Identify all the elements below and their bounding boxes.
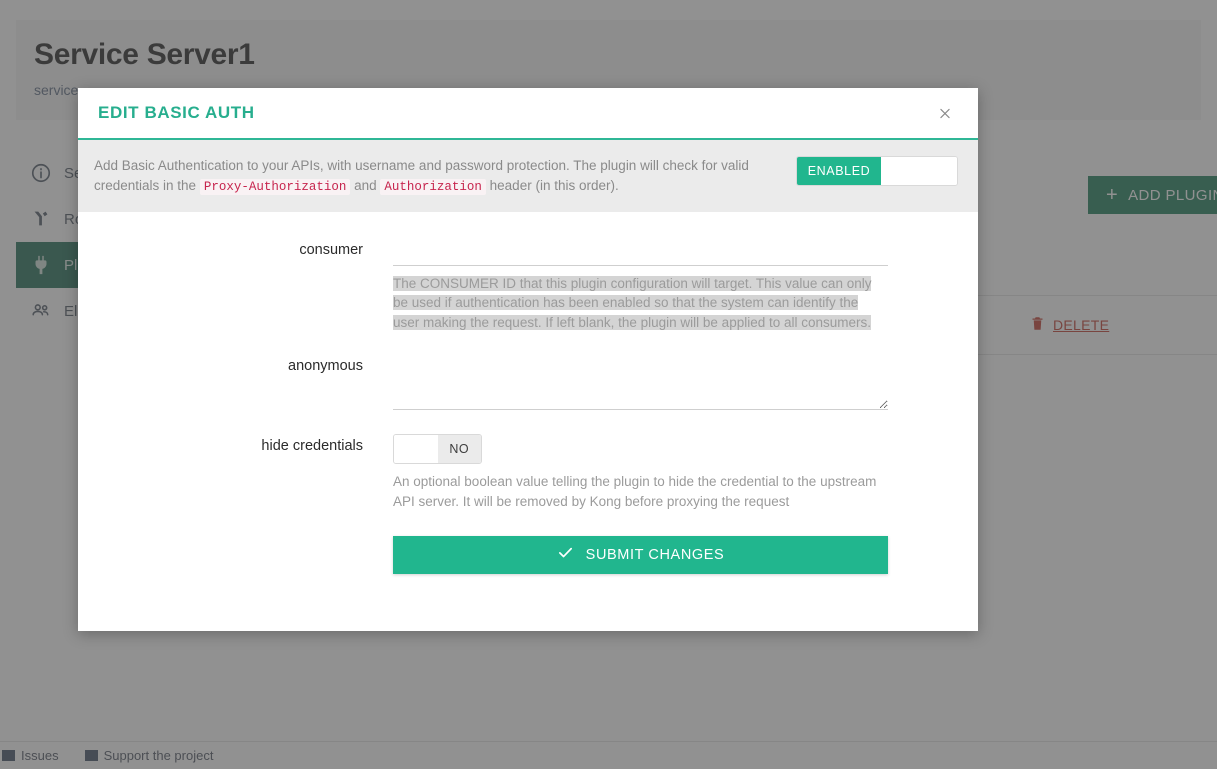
consumer-input[interactable] bbox=[393, 237, 888, 266]
enabled-toggle-label: ENABLED bbox=[797, 157, 881, 185]
enabled-toggle[interactable]: ENABLED bbox=[796, 156, 958, 186]
proxy-authorization-code: Proxy-Authorization bbox=[199, 178, 351, 195]
submit-changes-label: SUBMIT CHANGES bbox=[585, 546, 725, 563]
desc-part-3: header (in this order). bbox=[485, 177, 619, 193]
anonymous-textarea[interactable] bbox=[393, 354, 888, 411]
modal-form: consumer The CONSUMER ID that this plugi… bbox=[78, 212, 978, 631]
hide-credentials-help-text: An optional boolean value telling the pl… bbox=[393, 474, 877, 509]
modal-description-bar: Add Basic Authentication to your APIs, w… bbox=[78, 140, 978, 212]
field-label-consumer: consumer bbox=[299, 241, 363, 258]
edit-basic-auth-modal: EDIT BASIC AUTH Add Basic Authentication… bbox=[78, 88, 978, 631]
field-anonymous: anonymous bbox=[78, 354, 978, 411]
submit-changes-button[interactable]: SUBMIT CHANGES bbox=[393, 535, 888, 574]
submit-spacer bbox=[78, 536, 393, 540]
check-icon bbox=[557, 544, 574, 565]
authorization-code: Authorization bbox=[380, 178, 486, 195]
field-hide-credentials: hide credentials NO An optional boolean … bbox=[78, 434, 978, 511]
hide-credentials-toggle-value: NO bbox=[437, 435, 481, 464]
plugin-description: Add Basic Authentication to your APIs, w… bbox=[94, 156, 786, 196]
close-icon[interactable] bbox=[932, 100, 958, 126]
hide-credentials-toggle-track bbox=[394, 435, 438, 464]
consumer-help-span: The CONSUMER ID that this plugin configu… bbox=[393, 275, 872, 330]
desc-part-2: and bbox=[350, 177, 381, 193]
hide-credentials-toggle[interactable]: NO bbox=[393, 434, 482, 465]
field-consumer: consumer The CONSUMER ID that this plugi… bbox=[78, 237, 978, 333]
modal-title: EDIT BASIC AUTH bbox=[98, 103, 255, 122]
modal-header: EDIT BASIC AUTH bbox=[78, 88, 978, 140]
consumer-help-text: The CONSUMER ID that this plugin configu… bbox=[393, 274, 888, 333]
field-label-hide-credentials: hide credentials bbox=[261, 438, 363, 455]
field-label-anonymous: anonymous bbox=[288, 358, 363, 375]
submit-row: SUBMIT CHANGES bbox=[78, 535, 978, 574]
enabled-toggle-track bbox=[881, 157, 957, 185]
